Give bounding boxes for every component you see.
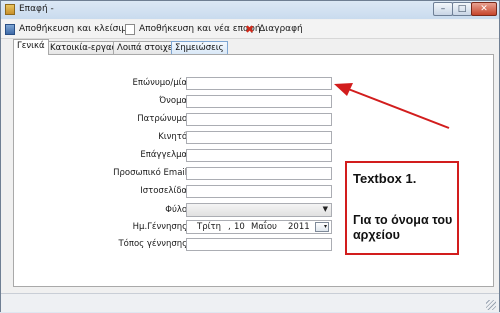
birthplace-label: Τόπος γέννησης:	[118, 239, 190, 249]
website-label: Ιστοσελίδα:	[140, 186, 190, 196]
gender-dropdown[interactable]: ▼	[186, 203, 332, 217]
tab-notes[interactable]: Σημειώσεις	[171, 41, 228, 54]
patronymic-field[interactable]	[186, 113, 332, 126]
save-and-new-label: Αποθήκευση και νέα επαφή	[139, 24, 261, 34]
toolbar: Αποθήκευση και κλείσιμο Αποθήκευση και ν…	[1, 20, 499, 39]
name-label: Όνομα:	[159, 96, 190, 106]
tab-general[interactable]: Γενικά	[13, 39, 49, 55]
birthdate-day: 10	[234, 222, 245, 232]
save-and-close-button[interactable]: Αποθήκευση και κλείσιμο	[5, 22, 133, 36]
website-field[interactable]	[186, 185, 332, 198]
email-label: Προσωπικό Email:	[113, 168, 190, 178]
birthdate-month: Μαΐου	[251, 222, 277, 232]
window-title: Επαφή -	[19, 4, 54, 14]
birthdate-label: Ημ.Γέννησης:	[132, 222, 190, 232]
delete-label: Διαγραφή	[259, 24, 303, 34]
email-field[interactable]	[186, 167, 332, 180]
birthdate-separator: ,	[228, 222, 231, 232]
occupation-field[interactable]	[186, 149, 332, 162]
patronymic-label: Πατρώνυμο:	[137, 114, 190, 124]
mobile-field[interactable]	[186, 131, 332, 144]
chevron-down-icon: ▼	[322, 205, 328, 213]
minimize-button[interactable]: –	[433, 2, 453, 16]
surname-label: Επώνυμο/μία:	[132, 78, 191, 88]
birthdate-year: 2011	[288, 222, 310, 232]
birthdate-weekday: Τρίτη	[197, 222, 221, 232]
annotation-body: Για το όνομα του αρχείου	[353, 213, 453, 242]
resize-grip-icon[interactable]	[486, 300, 496, 310]
birthdate-picker[interactable]: Τρίτη , 10 Μαΐου 2011 ▾	[186, 220, 332, 234]
title-bar[interactable]: Επαφή - – □ ✕	[1, 1, 499, 19]
surname-field[interactable]	[186, 77, 332, 90]
close-button[interactable]: ✕	[471, 2, 497, 16]
annotation-box: Textbox 1. Για το όνομα του αρχείου	[345, 161, 459, 255]
delete-x-icon: ✖	[245, 22, 255, 36]
occupation-label: Επάγγελμα:	[140, 150, 190, 160]
status-bar	[1, 293, 499, 312]
floppy-disk-icon	[5, 23, 15, 35]
name-field[interactable]	[186, 95, 332, 108]
annotation-title: Textbox 1.	[353, 171, 417, 186]
calendar-dropdown-icon[interactable]: ▾	[315, 222, 329, 232]
gender-label: Φύλο:	[165, 205, 190, 215]
maximize-button[interactable]: □	[452, 2, 472, 16]
app-icon	[5, 4, 15, 15]
contact-window: Επαφή - – □ ✕ Αποθήκευση και κλείσιμο Απ…	[0, 0, 500, 312]
birthplace-field[interactable]	[186, 238, 332, 251]
save-and-close-label: Αποθήκευση και κλείσιμο	[19, 24, 133, 34]
new-document-icon	[125, 23, 135, 35]
mobile-label: Κινητό:	[158, 132, 190, 142]
save-and-new-button[interactable]: Αποθήκευση και νέα επαφή	[125, 22, 261, 36]
delete-button[interactable]: ✖ Διαγραφή	[245, 22, 303, 36]
